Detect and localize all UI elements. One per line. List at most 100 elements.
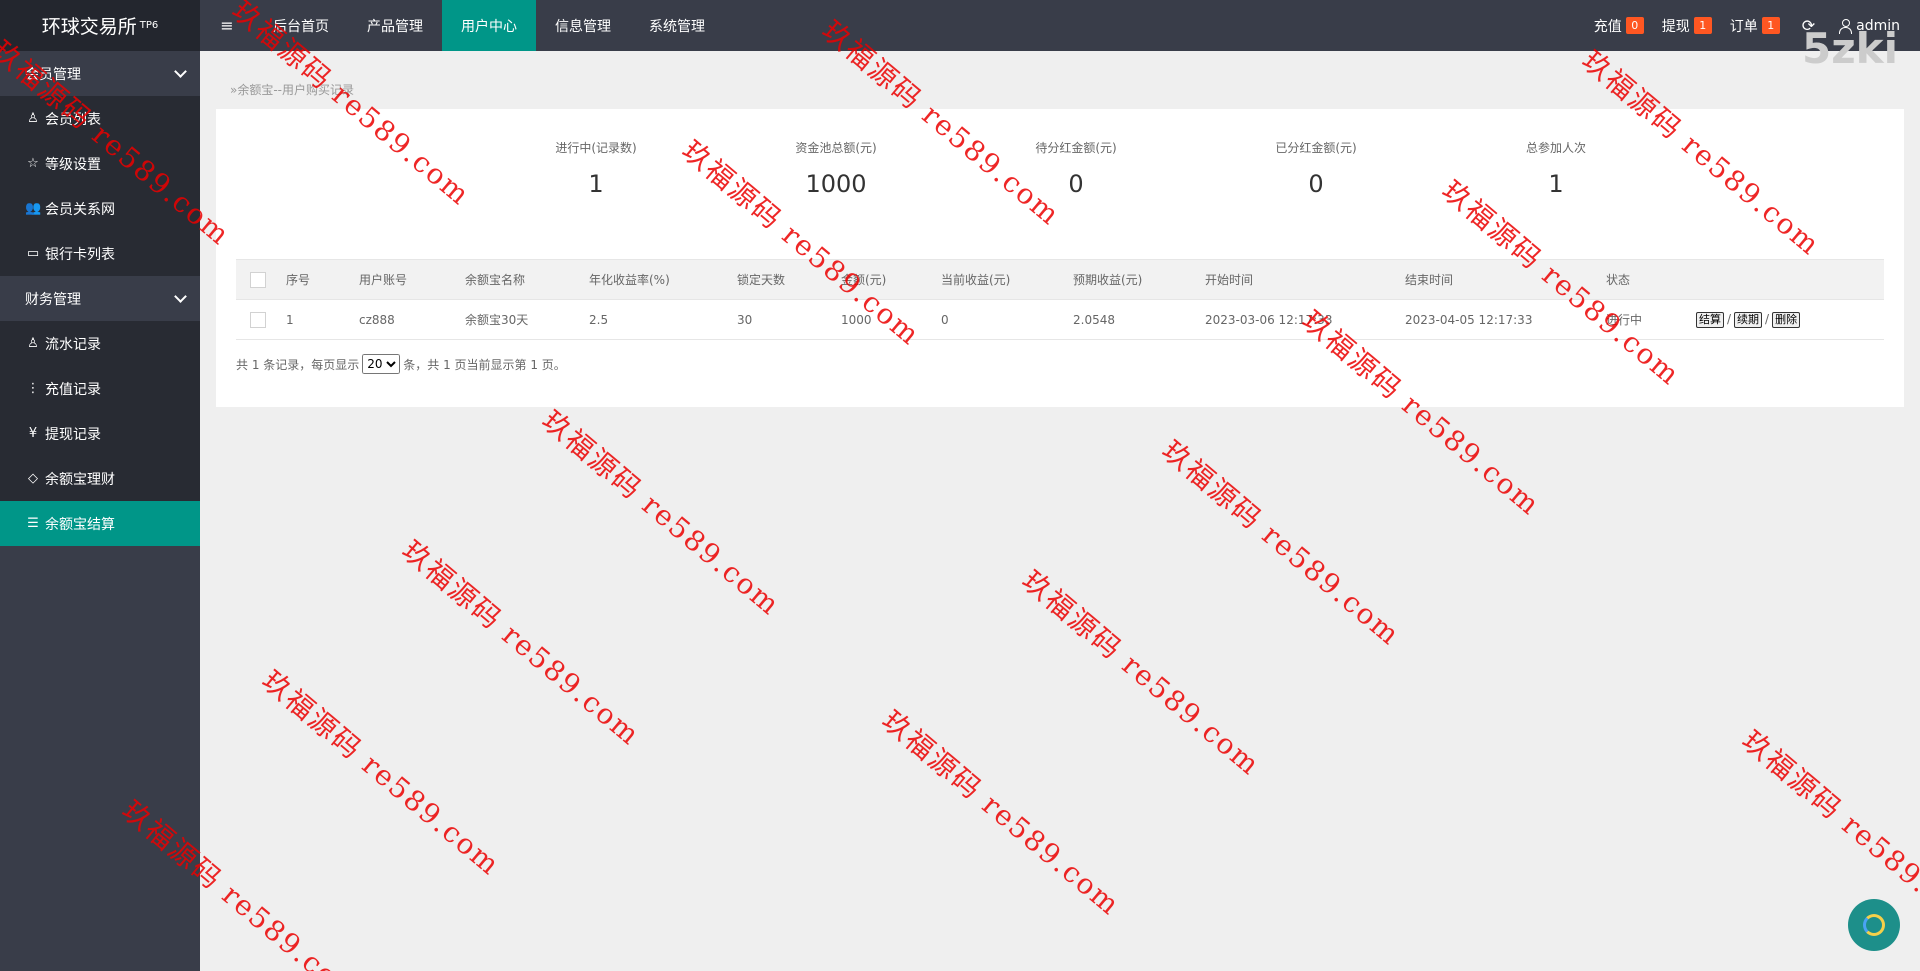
logo-text: 环球交易所 — [41, 16, 137, 38]
cell-actions: 结算 / 续期 / 删除 — [1696, 299, 1884, 340]
users-icon: 👥 — [25, 201, 42, 216]
sidebar-item-member-network[interactable]: 👥 会员关系网 — [0, 186, 200, 231]
stat-label: 待分红金额(元) — [1035, 141, 1117, 155]
cell-index: 1 — [286, 299, 359, 340]
main-nav: 后台首页 产品管理 用户中心 信息管理 系统管理 — [254, 0, 724, 51]
sidebar-item-label: 银行卡列表 — [45, 246, 115, 263]
pager-suffix: 条，共 1 页当前显示第 1 页。 — [403, 357, 566, 372]
col-header: 结束时间 — [1405, 259, 1606, 300]
stat-label: 总参加人次 — [1525, 141, 1586, 155]
nav-item-info[interactable]: 信息管理 — [536, 0, 630, 51]
renew-button[interactable]: 续期 — [1734, 311, 1763, 328]
stat-paid-dividend: 已分红金额(元) 0 — [1216, 139, 1416, 198]
star-icon: ☆ — [27, 156, 39, 171]
orders-count-badge: 1 — [1761, 17, 1780, 34]
sidebar-item-label: 提现记录 — [45, 426, 101, 443]
cell-current-income: 0 — [941, 299, 1073, 340]
delete-button[interactable]: 删除 — [1772, 311, 1801, 328]
stat-value: 0 — [1308, 170, 1324, 198]
nav-item-users[interactable]: 用户中心 — [442, 0, 536, 51]
refresh-icon[interactable]: ⟳ — [1802, 16, 1815, 35]
sidebar-item-bank-cards[interactable]: ▭ 银行卡列表 — [0, 231, 200, 276]
sidebar-item-label: 余额宝结算 — [45, 516, 115, 533]
recharge-count-badge: 0 — [1625, 17, 1644, 34]
withdraw-label: 提现 — [1661, 18, 1690, 35]
cell-lock-days: 30 — [737, 299, 841, 340]
stat-in-progress: 进行中(记录数) 1 — [496, 139, 696, 198]
withdraw-count-badge: 1 — [1693, 17, 1712, 34]
username: admin — [1856, 17, 1900, 34]
sidebar-item-level-settings[interactable]: ☆ 等级设置 — [0, 141, 200, 186]
sidebar-item-flow-records[interactable]: ♙ 流水记录 — [0, 321, 200, 366]
sidebar-item-label: 会员关系网 — [45, 201, 115, 218]
nav-item-products[interactable]: 产品管理 — [348, 0, 442, 51]
table-row: 1 cz888 余额宝30天 2.5 30 1000 0 2.0548 2023… — [236, 299, 1884, 340]
nav-item-system[interactable]: 系统管理 — [630, 0, 724, 51]
orders-label: 订单 — [1729, 18, 1758, 35]
sidebar-group-finance[interactable]: 财务管理 — [0, 276, 200, 321]
page-size-select[interactable]: 10 20 50 — [362, 354, 401, 374]
sidebar: 会员管理 ♙ 会员列表 ☆ 等级设置 👥 会员关系网 ▭ 银行卡列表 财务管理 … — [0, 51, 200, 971]
recharge-label: 充值 — [1593, 18, 1622, 35]
records-table: 序号 用户账号 余额宝名称 年化收益率(%) 锁定天数 金额(元) 当前收益(元… — [236, 259, 1884, 340]
col-header: 余额宝名称 — [465, 259, 589, 300]
breadcrumb: »余额宝--用户购买记录 — [230, 83, 355, 97]
cell-start-time: 2023-03-06 12:17:33 — [1205, 299, 1405, 340]
sidebar-item-label: 余额宝理财 — [45, 471, 115, 488]
stat-label: 已分红金额(元) — [1275, 141, 1357, 155]
stat-value: 0 — [1068, 170, 1084, 198]
top-right-actions: 充值 0 提现 1 订单 1 ⟳ admin — [1576, 0, 1920, 51]
top-navbar: 环球交易所 TP6 ≡ 后台首页 产品管理 用户中心 信息管理 系统管理 充值 … — [0, 0, 1920, 51]
cell-end-time: 2023-04-05 12:17:33 — [1405, 299, 1606, 340]
floating-assistant-button[interactable] — [1848, 899, 1900, 951]
col-header: 用户账号 — [359, 259, 465, 300]
stat-participants: 总参加人次 1 — [1456, 139, 1656, 198]
cell-product-name: 余额宝30天 — [465, 299, 589, 340]
col-header: 锁定天数 — [737, 259, 841, 300]
sidebar-item-label: 充值记录 — [45, 381, 101, 398]
stat-pool-total: 资金池总额(元) 1000 — [736, 139, 936, 198]
stat-label: 资金池总额(元) — [795, 141, 877, 155]
withdraw-link[interactable]: 提现 1 — [1662, 16, 1712, 36]
sidebar-item-yuebao-finance[interactable]: ◇ 余额宝理财 — [0, 456, 200, 501]
flow-icon: ♙ — [27, 336, 39, 351]
sidebar-group-label: 财务管理 — [25, 291, 81, 308]
app-logo[interactable]: 环球交易所 TP6 — [0, 0, 200, 51]
stat-value: 1 — [588, 170, 604, 198]
stat-value: 1 — [1548, 170, 1564, 198]
select-all-checkbox[interactable] — [250, 271, 266, 288]
orders-link[interactable]: 订单 1 — [1730, 16, 1780, 36]
yen-icon: ¥ — [28, 426, 38, 441]
stat-pending-dividend: 待分红金额(元) 0 — [976, 139, 1176, 198]
table-header-row: 序号 用户账号 余额宝名称 年化收益率(%) 锁定天数 金额(元) 当前收益(元… — [236, 259, 1884, 300]
sidebar-item-withdraw-records[interactable]: ¥ 提现记录 — [0, 411, 200, 456]
user-icon: ♙ — [27, 111, 39, 126]
settle-button[interactable]: 结算 — [1696, 311, 1724, 328]
recharge-link[interactable]: 充值 0 — [1594, 16, 1644, 36]
stats-row: 进行中(记录数) 1 资金池总额(元) 1000 待分红金额(元) 0 已分红金… — [216, 109, 1904, 229]
col-header: 金额(元) — [841, 259, 941, 300]
cell-status: 进行中 — [1606, 299, 1696, 340]
user-menu[interactable]: admin — [1839, 18, 1900, 34]
menu-toggle-icon[interactable]: ≡ — [200, 0, 254, 51]
diamond-icon: ◇ — [28, 471, 38, 486]
sidebar-item-label: 等级设置 — [45, 156, 101, 173]
cell-amount: 1000 — [841, 299, 941, 340]
col-header: 当前收益(元) — [941, 259, 1073, 300]
nav-item-home[interactable]: 后台首页 — [254, 0, 348, 51]
records-card: 进行中(记录数) 1 资金池总额(元) 1000 待分红金额(元) 0 已分红金… — [216, 109, 1904, 407]
row-checkbox[interactable] — [250, 311, 266, 328]
sidebar-group-members[interactable]: 会员管理 — [0, 51, 200, 96]
col-header: 序号 — [286, 259, 359, 300]
col-header: 年化收益率(%) — [589, 259, 737, 300]
col-header: 预期收益(元) — [1073, 259, 1205, 300]
more-icon: ⋮ — [26, 381, 40, 396]
card-icon: ▭ — [26, 246, 40, 261]
sidebar-item-yuebao-settlement[interactable]: ☰ 余额宝结算 — [0, 501, 200, 546]
main-content: »余额宝--用户购买记录 进行中(记录数) 1 资金池总额(元) 1000 待分… — [200, 51, 1920, 971]
sidebar-item-member-list[interactable]: ♙ 会员列表 — [0, 96, 200, 141]
pagination: 共 1 条记录，每页显示 10 20 50 条，共 1 页当前显示第 1 页。 — [236, 354, 566, 374]
sidebar-item-recharge-records[interactable]: ⋮ 充值记录 — [0, 366, 200, 411]
logo-version: TP6 — [139, 20, 159, 31]
chevron-down-icon — [174, 289, 187, 303]
